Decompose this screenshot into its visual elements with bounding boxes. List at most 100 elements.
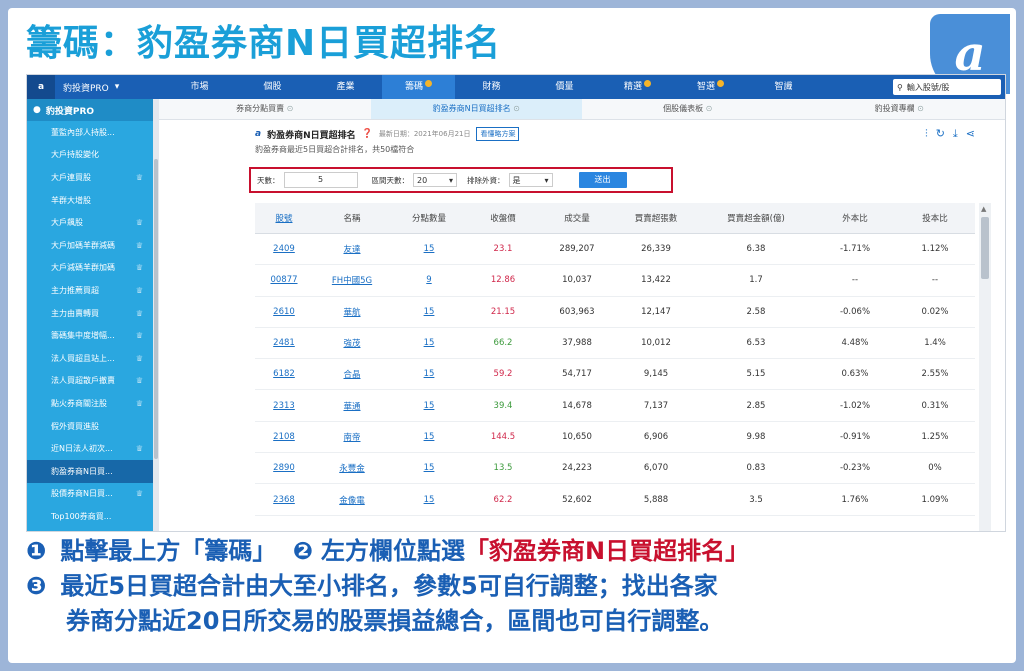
tab-close-icon[interactable]: ⊙ — [703, 104, 713, 113]
filter-icon[interactable]: ⫶ — [925, 127, 928, 141]
column-header-3[interactable]: 收盤價 — [467, 203, 539, 233]
cell-name[interactable]: 華航 — [343, 306, 360, 318]
submit-button[interactable]: 送出 — [578, 172, 627, 188]
nav-item-8[interactable]: 智識 — [747, 75, 820, 99]
sidebar-item-15[interactable]: 豹盈券商N日買... — [27, 459, 153, 483]
tab-close-icon[interactable]: ⊙ — [915, 104, 924, 113]
cell-name[interactable]: 永豐金 — [339, 462, 365, 474]
cell-code[interactable]: 2890 — [273, 463, 295, 473]
cell-code[interactable]: 00877 — [270, 275, 297, 285]
column-header-6[interactable]: 買賣超金額(億) — [697, 203, 815, 233]
table-scroll-thumb[interactable] — [981, 217, 989, 279]
download-icon[interactable]: ⤓ — [953, 127, 958, 141]
sidebar-item-4[interactable]: 大戶飆股 ♕ — [27, 211, 153, 234]
brand-icon[interactable]: a — [27, 75, 55, 99]
cell-code[interactable]: 2313 — [273, 401, 295, 411]
tab-close-icon[interactable]: ⊙ — [511, 104, 520, 113]
sidebar-item-10[interactable]: 法人買超且站上... ♕ — [27, 347, 153, 370]
cell-branches[interactable]: 15 — [424, 401, 435, 411]
cell-branches[interactable]: 15 — [424, 495, 435, 505]
sidebar-item-6[interactable]: 大戶減碼羊群加碼 ♕ — [27, 257, 153, 280]
column-header-4[interactable]: 成交量 — [539, 203, 615, 233]
sidebar-item-1[interactable]: 大戶持股變化 — [27, 144, 153, 167]
column-header-2[interactable]: 分點數量 — [391, 203, 467, 233]
table-row[interactable]: 00877 FH中國5G 9 12.86 10,037 13,422 1.7 -- -- — [255, 265, 975, 297]
sidebar-item-0[interactable]: 董監內部人持股... — [27, 121, 153, 144]
cell-name[interactable]: 華通 — [343, 400, 360, 412]
cell-branches[interactable]: 15 — [424, 463, 435, 473]
nav-item-3[interactable]: 籌碼 — [382, 75, 455, 99]
nav-item-5[interactable]: 價量 — [528, 75, 601, 99]
table-row[interactable]: 2890 永豐金 15 13.5 24,223 6,070 0.83 -0.23% 0% — [255, 453, 975, 485]
cell-code[interactable]: 2368 — [273, 495, 295, 505]
exclude-select[interactable]: 是 ▾ — [508, 173, 553, 187]
cell-name[interactable]: 南帝 — [343, 431, 360, 443]
sidebar-item-7[interactable]: 主力推薦買超 ♕ — [27, 279, 153, 302]
tab-close-icon[interactable]: ⊙ — [284, 104, 294, 113]
sidebar-item-12[interactable]: 點火券商關注股 ♕ — [27, 392, 153, 415]
nav-item-7[interactable]: 智選 — [674, 75, 747, 99]
sidebar-header[interactable]: ● 豹投資PRO — [27, 99, 153, 121]
sidebar-item-14[interactable]: 近N日法人初次... ♕ — [27, 437, 153, 460]
scroll-up-icon[interactable]: ▲ — [981, 205, 986, 213]
nav-item-6[interactable]: 精選 — [601, 75, 674, 99]
column-header-0[interactable]: 股號 — [255, 203, 313, 233]
sidebar-scroll-thumb[interactable] — [154, 159, 158, 459]
cell-name[interactable]: 金像電 — [339, 494, 365, 506]
column-header-8[interactable]: 投本比 — [895, 203, 975, 233]
table-row[interactable]: 2481 強茂 15 66.2 37,988 10,012 6.53 4.48% 1.4% — [255, 328, 975, 360]
cell-name[interactable]: 友達 — [343, 243, 360, 255]
sidebar-item-5[interactable]: 大戶加碼羊群減碼 ♕ — [27, 234, 153, 257]
table-row[interactable]: 2313 華通 15 39.4 14,678 7,137 2.85 -1.02% 0.31% — [255, 390, 975, 422]
help-icon[interactable]: ❓ — [362, 129, 373, 139]
cell-code[interactable]: 2610 — [273, 307, 295, 317]
table-row[interactable]: 2108 南帝 15 144.5 10,650 6,906 9.98 -0.91% 1.25% — [255, 422, 975, 454]
range-select[interactable]: 20 ▾ — [413, 173, 457, 187]
column-header-1[interactable]: 名稱 — [313, 203, 391, 233]
nav-item-4[interactable]: 財務 — [455, 75, 528, 99]
table-row[interactable]: 2610 華航 15 21.15 603,963 12,147 2.58 -0.06% 0.02… — [255, 297, 975, 328]
nav-item-1[interactable]: 個股 — [236, 75, 309, 99]
strategy-button[interactable]: 看懂略方案 — [476, 127, 520, 141]
brand-menu[interactable]: 豹投資PRO ▾ — [55, 81, 163, 94]
search-input[interactable]: ⚲ 輸入股號/股 — [893, 79, 1001, 95]
cell-code[interactable]: 2409 — [273, 244, 295, 254]
cell-branches[interactable]: 15 — [424, 244, 435, 254]
cell-code[interactable]: 2108 — [273, 432, 295, 442]
days-input[interactable]: 5 — [283, 172, 358, 188]
cell-branches[interactable]: 15 — [424, 307, 435, 317]
table-scrollbar[interactable]: ▲ — [979, 203, 991, 531]
column-header-7[interactable]: 外本比 — [815, 203, 895, 233]
refresh-icon[interactable]: ↻ — [936, 127, 945, 141]
cell-name[interactable]: FH中國5G — [332, 274, 372, 286]
column-header-5[interactable]: 買賣超張數 — [615, 203, 697, 233]
nav-item-0[interactable]: 市場 — [163, 75, 236, 99]
cell-code[interactable]: 2481 — [273, 338, 295, 348]
sidebar-item-9[interactable]: 籌碼集中度增幅... ♕ — [27, 324, 153, 347]
subtab-1[interactable]: 豹盈券商N日買超排名 ⊙ — [370, 99, 582, 119]
sidebar-item-13[interactable]: 假外資買進股 — [27, 415, 153, 438]
subtab-0[interactable]: 券商分點買賣 ⊙ — [159, 99, 371, 119]
cell-branches[interactable]: 15 — [424, 338, 435, 348]
table-cell: 52,602 — [539, 484, 615, 514]
cell-name[interactable]: 強茂 — [343, 337, 360, 349]
subtab-2[interactable]: 個股儀表板 ⊙ — [582, 99, 794, 119]
nav-item-2[interactable]: 產業 — [309, 75, 382, 99]
cell-code[interactable]: 6182 — [273, 369, 295, 379]
sidebar-item-2[interactable]: 大戶連買股 ♕ — [27, 166, 153, 189]
sidebar-item-3[interactable]: 羊群大增股 — [27, 189, 153, 212]
sidebar-item-8[interactable]: 主力由賣轉買 ♕ — [27, 302, 153, 325]
share-icon[interactable]: ⋖ — [966, 127, 975, 141]
table-row[interactable]: 2368 金像電 15 62.2 52,602 5,888 3.5 1.76% 1.09% — [255, 484, 975, 516]
cell-branches[interactable]: 15 — [424, 432, 435, 442]
table-row[interactable]: 6182 合晶 15 59.2 54,717 9,145 5.15 0.63% 2.55% — [255, 359, 975, 391]
sidebar-item-17[interactable]: Top100券商買... — [27, 505, 153, 528]
sidebar-item-16[interactable]: 股價券商N日買... ♕ — [27, 483, 153, 506]
cell-branches[interactable]: 15 — [424, 369, 435, 379]
step1-text: 點擊最上方「籌碼」 — [60, 537, 277, 565]
subtab-3[interactable]: 豹投資專欄 ⊙ — [794, 99, 1006, 119]
cell-name[interactable]: 合晶 — [343, 368, 360, 380]
sidebar-item-11[interactable]: 法人買超散戶撤賣 ♕ — [27, 370, 153, 393]
cell-branches[interactable]: 9 — [426, 275, 431, 285]
table-row[interactable]: 2409 友達 15 23.1 289,207 26,339 6.38 -1.71% 1.12% — [255, 234, 975, 266]
